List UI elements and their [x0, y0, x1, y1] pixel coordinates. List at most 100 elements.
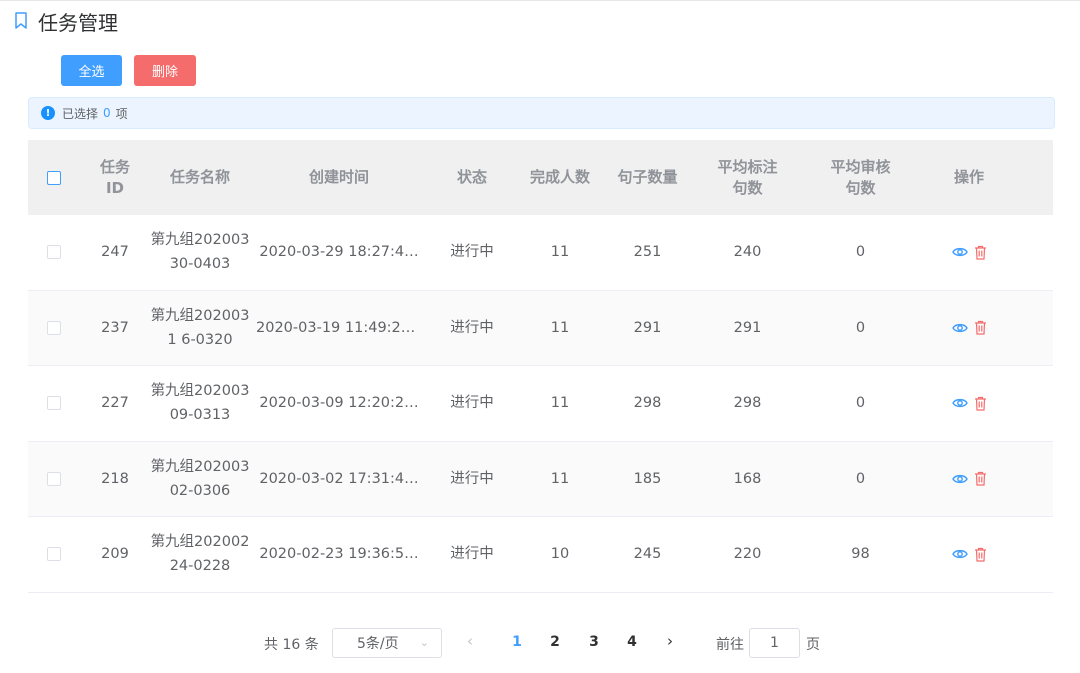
table-row: 227 第九组20200309-0313 2020-03-09 12:20:2… 进行…: [28, 366, 1053, 442]
header-checkbox-cell: [28, 170, 80, 185]
delete-button[interactable]: 删除: [134, 55, 196, 86]
cell-sentences: 298: [633, 395, 662, 412]
cell-created: 2020-03-29 18:27:4…: [259, 244, 419, 261]
col-avg-review: 平均审核句数: [830, 157, 891, 197]
row-checkbox-cell: [28, 471, 80, 486]
table-body: 247 第九组20200330-0403 2020-03-29 18:27:4… 进行…: [28, 215, 1053, 593]
cell-status: 进行中: [450, 470, 494, 487]
page-3[interactable]: 3: [584, 634, 604, 650]
cell-name: 第九组2020031 6-0320: [150, 307, 250, 348]
cell-created: 2020-03-09 12:20:2…: [259, 395, 419, 412]
goto-suffix: 页: [806, 637, 820, 653]
eye-icon[interactable]: [951, 245, 968, 260]
cell-id: 218: [101, 470, 129, 487]
cell-actions: [917, 245, 1021, 260]
trash-icon[interactable]: [974, 320, 987, 335]
selection-alert: ! 已选择 0 项: [28, 97, 1055, 129]
eye-icon[interactable]: [951, 396, 968, 411]
col-created: 创建时间: [308, 168, 369, 186]
cell-avg-annotate: 240: [733, 244, 762, 261]
trash-icon[interactable]: [974, 396, 987, 411]
cell-id: 209: [101, 546, 129, 563]
page-size-select[interactable]: 5条/页 ⌄: [332, 628, 442, 658]
row-checkbox[interactable]: [47, 396, 61, 411]
cell-status: 进行中: [450, 244, 494, 261]
prev-page-button[interactable]: ‹: [467, 632, 473, 650]
cell-completed: 11: [550, 395, 570, 412]
row-checkbox-cell: [28, 547, 80, 562]
page-header: 任务管理: [14, 8, 118, 35]
cell-completed: 11: [550, 319, 570, 336]
page-title: 任务管理: [38, 10, 118, 35]
row-checkbox[interactable]: [47, 471, 61, 486]
page-4[interactable]: 4: [622, 634, 642, 650]
table-row: 218 第九组20200302-0306 2020-03-02 17:31:4… 进行…: [28, 441, 1053, 517]
cell-avg-review: 0: [855, 470, 866, 487]
row-checkbox-cell: [28, 245, 80, 260]
cell-name: 第九组20200224-0228: [150, 534, 250, 575]
cell-avg-annotate: 298: [733, 395, 762, 412]
eye-icon[interactable]: [951, 547, 968, 562]
cell-created: 2020-03-19 11:49:27.0: [256, 319, 424, 336]
cell-actions: [917, 320, 1021, 335]
goto-label: 前往: [716, 637, 744, 653]
col-completed: 完成人数: [529, 168, 590, 186]
chevron-down-icon: ⌄: [419, 636, 429, 649]
cell-status: 进行中: [450, 319, 494, 336]
table-header: 任务ID 任务名称 创建时间 状态 完成人数 句子数量 平均标注句数 平均审核句…: [28, 140, 1053, 215]
cell-status: 进行中: [450, 546, 494, 563]
cell-actions: [917, 396, 1021, 411]
cell-status: 进行中: [450, 395, 494, 412]
pagination-total: 共 16 条: [264, 637, 319, 653]
col-id: 任务ID: [100, 157, 131, 197]
trash-icon[interactable]: [974, 547, 987, 562]
cell-avg-review: 0: [855, 319, 866, 336]
alert-suffix: 项: [115, 106, 128, 121]
cell-sentences: 185: [633, 470, 662, 487]
cell-avg-annotate: 291: [733, 319, 762, 336]
col-status: 状态: [456, 168, 487, 186]
col-actions: 操作: [953, 168, 984, 186]
cell-avg-annotate: 220: [733, 546, 762, 563]
page-size-value: 5条/页: [357, 636, 399, 652]
cell-created: 2020-03-02 17:31:4…: [259, 470, 419, 487]
cell-completed: 10: [550, 546, 570, 563]
cell-name: 第九组20200302-0306: [150, 458, 250, 499]
cell-created: 2020-02-23 19:36:5…: [259, 546, 419, 563]
top-divider: [0, 0, 1080, 1]
table-row: 247 第九组20200330-0403 2020-03-29 18:27:4… 进行…: [28, 215, 1053, 291]
table-row: 209 第九组20200224-0228 2020-02-23 19:36:5… 进行…: [28, 517, 1053, 593]
trash-icon[interactable]: [974, 245, 987, 260]
trash-icon[interactable]: [974, 471, 987, 486]
row-checkbox[interactable]: [47, 547, 61, 562]
row-checkbox-cell: [28, 320, 80, 335]
select-all-button[interactable]: 全选: [61, 55, 122, 86]
cell-actions: [917, 471, 1021, 486]
row-checkbox-cell: [28, 396, 80, 411]
selected-count: 0: [103, 106, 111, 120]
eye-icon[interactable]: [951, 471, 968, 486]
alert-prefix: 已选择: [62, 106, 99, 121]
cell-completed: 11: [550, 244, 570, 261]
table-row: 237 第九组2020031 6-0320 2020-03-19 11:49:27.…: [28, 290, 1053, 366]
page-2[interactable]: 2: [545, 634, 565, 650]
cell-avg-annotate: 168: [733, 470, 762, 487]
task-table: 任务ID 任务名称 创建时间 状态 完成人数 句子数量 平均标注句数 平均审核句…: [28, 140, 1053, 593]
col-name: 任务名称: [169, 168, 230, 186]
bookmark-icon: [14, 10, 32, 32]
row-checkbox[interactable]: [47, 320, 61, 335]
goto-page-input[interactable]: 1: [749, 628, 800, 658]
cell-avg-review: 0: [855, 395, 866, 412]
col-sentences: 句子数量: [617, 168, 678, 186]
cell-actions: [917, 547, 1021, 562]
page-1[interactable]: 1: [507, 634, 527, 650]
cell-id: 227: [101, 395, 129, 412]
row-checkbox[interactable]: [47, 245, 61, 260]
next-page-button[interactable]: ›: [667, 632, 673, 650]
cell-id: 237: [101, 319, 129, 336]
info-icon: !: [41, 106, 55, 120]
cell-name: 第九组20200330-0403: [150, 232, 250, 273]
eye-icon[interactable]: [951, 320, 968, 335]
select-all-checkbox[interactable]: [47, 170, 61, 185]
cell-sentences: 245: [633, 546, 662, 563]
